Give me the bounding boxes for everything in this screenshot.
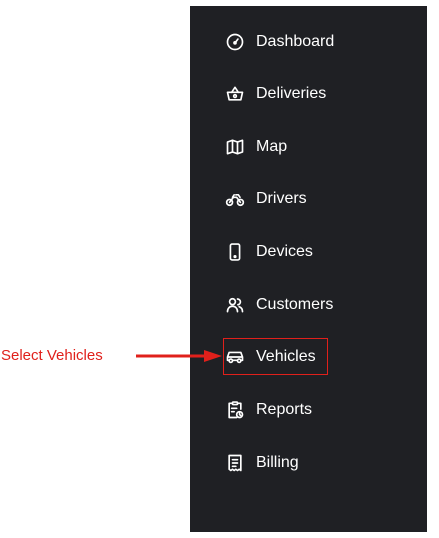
sidebar-item-label: Reports [256, 401, 313, 418]
sidebar-item-label: Devices [256, 243, 313, 260]
receipt-icon [225, 453, 245, 473]
sidebar-item-map[interactable]: Map [225, 130, 287, 164]
page: Dashboard Deliveries Map Drivers Devices [0, 0, 439, 538]
sidebar-item-label: Drivers [256, 190, 307, 207]
sidebar-item-dashboard[interactable]: Dashboard [225, 25, 334, 59]
sidebar-item-label: Customers [256, 296, 334, 313]
sidebar-item-label: Map [256, 138, 288, 155]
sidebar-item-customers[interactable]: Customers [225, 288, 333, 322]
sidebar-item-deliveries[interactable]: Deliveries [225, 77, 326, 111]
motorcycle-icon [225, 189, 245, 209]
sidebar-item-billing[interactable]: Billing [225, 446, 299, 480]
sidebar-item-reports[interactable]: Reports [225, 393, 312, 427]
annotation-label: Select Vehicles [1, 347, 103, 364]
sidebar-nav: Dashboard Deliveries Map Drivers Devices [190, 6, 427, 532]
map-icon [225, 137, 245, 157]
sidebar-item-label: Dashboard [256, 33, 335, 50]
sidebar-item-label: Billing [256, 454, 299, 471]
basket-icon [225, 84, 245, 104]
users-icon [225, 295, 245, 315]
sidebar-item-drivers[interactable]: Drivers [225, 182, 307, 216]
sidebar-item-devices[interactable]: Devices [225, 235, 313, 269]
report-icon [225, 400, 245, 420]
gauge-icon [225, 32, 245, 52]
sidebar-item-label: Deliveries [256, 85, 327, 102]
arrow-right-icon [136, 350, 222, 362]
vehicles-highlight-box [223, 338, 328, 375]
phone-icon [225, 242, 245, 262]
